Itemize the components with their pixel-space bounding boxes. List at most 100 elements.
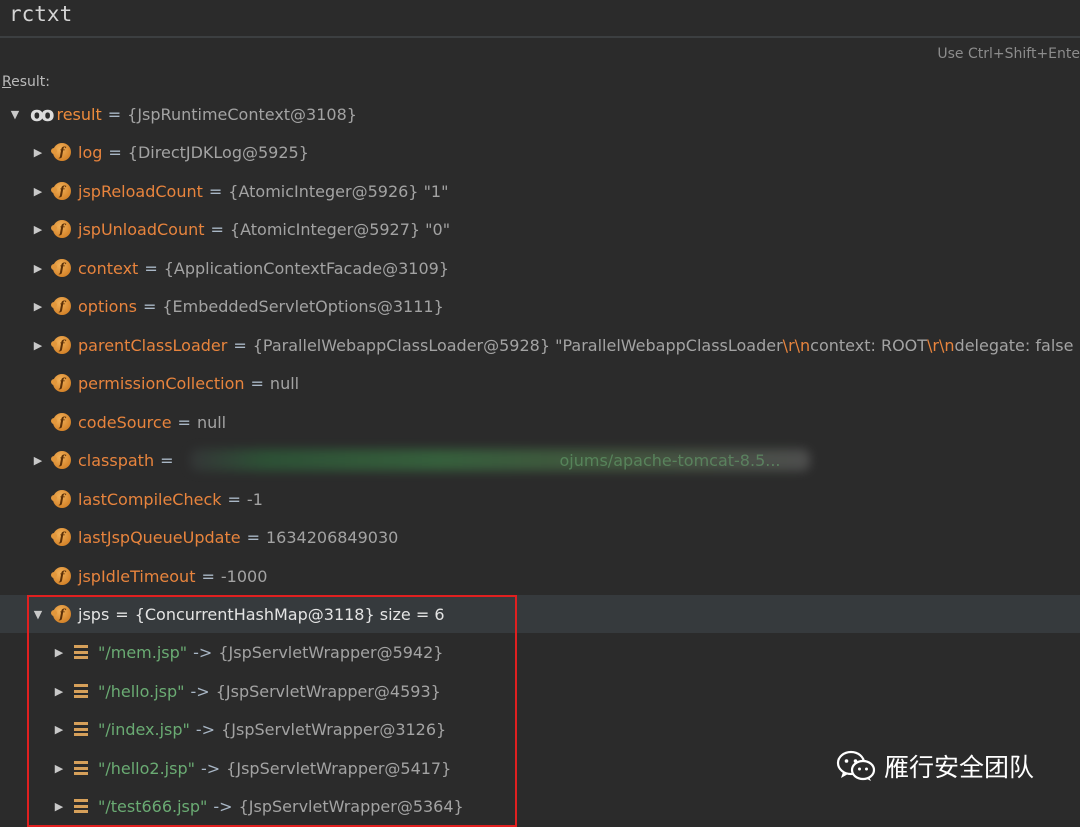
- entry-value: {JspServletWrapper@3126}: [221, 719, 447, 739]
- entry-value: {JspServletWrapper@4593}: [215, 681, 441, 701]
- tree-row-jspidletimeout[interactable]: ▶ f jspIdleTimeout = -1000: [0, 557, 1080, 595]
- field-value: {ConcurrentHashMap@3118} size = 6: [134, 604, 445, 624]
- tree-row-jspunloadcount[interactable]: ▶ f jspUnloadCount = {AtomicInteger@5927…: [0, 210, 1080, 248]
- entry-arrow: ->: [195, 719, 216, 739]
- field-value: null: [269, 373, 300, 393]
- field-icon: f: [51, 297, 71, 315]
- entry-arrow: ->: [213, 796, 233, 816]
- field-value: -1: [246, 489, 263, 509]
- tree-row-codesource[interactable]: ▶ f codeSource = null: [0, 403, 1080, 441]
- field-icon: f: [51, 490, 71, 508]
- equals-sign: =: [233, 335, 247, 355]
- field-name: codeSource: [78, 412, 172, 432]
- field-value-delegate: delegate: false: [954, 335, 1074, 355]
- hint-bar: Use Ctrl+Shift+Ente: [0, 38, 1080, 68]
- hint-text: Use Ctrl+Shift+Ente: [937, 46, 1080, 62]
- entry-arrow: ->: [190, 681, 210, 701]
- field-icon: f: [51, 567, 71, 585]
- field-name: options: [78, 296, 137, 316]
- tree-row-jsps[interactable]: ▼ f jsps = {ConcurrentHashMap@3118} size…: [0, 595, 1080, 633]
- collapse-icon[interactable]: ▼: [32, 608, 44, 621]
- result-label: Result:: [2, 74, 50, 90]
- equals-sign: =: [246, 527, 260, 547]
- expand-icon[interactable]: ▶: [53, 800, 65, 813]
- field-name: jspUnloadCount: [78, 219, 205, 239]
- tree-row-jsp-entry[interactable]: ▶ "/mem.jsp" -> {JspServletWrapper@5942}: [0, 633, 1080, 671]
- tree-row-permissioncollection[interactable]: ▶ f permissionCollection = null: [0, 364, 1080, 402]
- field-value: {DirectJDKLog@5925}: [127, 142, 309, 162]
- expand-icon[interactable]: ▶: [32, 300, 44, 313]
- map-entry-icon: [74, 684, 88, 698]
- tree-row-jsp-entry[interactable]: ▶ "/index.jsp" -> {JspServletWrapper@312…: [0, 710, 1080, 748]
- equals-sign: =: [142, 296, 157, 316]
- result-label-mnemonic: R: [2, 74, 12, 90]
- tree-row-lastcompilecheck[interactable]: ▶ f lastCompileCheck = -1: [0, 480, 1080, 518]
- tree-row-context[interactable]: ▶ f context = {ApplicationContextFacade@…: [0, 249, 1080, 287]
- equals-sign: =: [160, 450, 174, 470]
- equals-sign: =: [227, 489, 241, 509]
- field-value: {AtomicInteger@5926} "1": [228, 181, 449, 201]
- expression-input[interactable]: rctxt: [9, 2, 72, 26]
- field-name: result: [56, 104, 102, 124]
- expand-icon[interactable]: ▶: [53, 762, 65, 775]
- tree-row-log[interactable]: ▶ f log = {DirectJDKLog@5925}: [0, 133, 1080, 171]
- field-icon: f: [51, 182, 71, 200]
- equals-sign: =: [115, 604, 129, 624]
- tree-row-parentclassloader[interactable]: ▶ f parentClassLoader = {ParallelWebappC…: [0, 326, 1080, 364]
- field-name: jspIdleTimeout: [78, 566, 196, 586]
- tree-row-options[interactable]: ▶ f options = {EmbeddedServletOptions@31…: [0, 287, 1080, 325]
- field-name: log: [78, 142, 103, 162]
- tree-row-lastjspqueueupdate[interactable]: ▶ f lastJspQueueUpdate = 1634206849030: [0, 518, 1080, 556]
- field-name: context: [78, 258, 139, 278]
- field-icon: f: [51, 336, 71, 354]
- field-icon: f: [51, 605, 71, 623]
- field-value: {AtomicInteger@5927} "0": [229, 219, 451, 239]
- expand-icon[interactable]: ▶: [32, 262, 44, 275]
- equals-sign: =: [107, 104, 122, 124]
- result-tree[interactable]: ▼ oo result = {JspRuntimeContext@3108} ▶…: [0, 95, 1080, 816]
- field-value: -1000: [220, 566, 268, 586]
- entry-value: {JspServletWrapper@5417}: [226, 758, 452, 778]
- entry-key: "/mem.jsp": [98, 642, 188, 662]
- field-icon: f: [51, 451, 71, 469]
- expand-icon[interactable]: ▶: [53, 723, 65, 736]
- equals-sign: =: [177, 412, 191, 432]
- watermark: 雁行安全团队: [836, 748, 1034, 784]
- entry-arrow: ->: [200, 758, 221, 778]
- map-entry-icon: [74, 761, 88, 775]
- equals-sign: =: [144, 258, 158, 278]
- entry-value: {JspServletWrapper@5942}: [218, 642, 444, 662]
- expand-icon[interactable]: ▶: [32, 146, 44, 159]
- field-value: {EmbeddedServletOptions@3111}: [162, 296, 444, 316]
- tree-row-jspreloadcount[interactable]: ▶ f jspReloadCount = {AtomicInteger@5926…: [0, 172, 1080, 210]
- equals-sign: =: [201, 566, 215, 586]
- field-icon: f: [51, 528, 71, 546]
- tree-row-result[interactable]: ▼ oo result = {JspRuntimeContext@3108}: [0, 95, 1080, 133]
- field-value: {JspRuntimeContext@3108}: [127, 104, 357, 124]
- field-value: null: [196, 412, 227, 432]
- tree-row-classpath[interactable]: ▶ f classpath = ojums/apache-tomcat-8.5.…: [0, 441, 1080, 479]
- field-icon: f: [51, 259, 71, 277]
- expand-icon[interactable]: ▶: [32, 223, 44, 236]
- equals-sign: =: [208, 181, 223, 201]
- expand-icon[interactable]: ▶: [32, 339, 44, 352]
- expression-bar[interactable]: rctxt: [0, 0, 1080, 38]
- expand-icon[interactable]: ▶: [53, 685, 65, 698]
- field-value: 1634206849030: [265, 527, 399, 547]
- field-icon: f: [51, 413, 71, 431]
- entry-key: "/hello.jsp": [98, 681, 185, 701]
- collapse-icon[interactable]: ▼: [9, 108, 21, 121]
- watermark-text: 雁行安全团队: [884, 753, 1035, 782]
- entry-key: "/index.jsp": [98, 719, 190, 739]
- tree-row-jsp-entry[interactable]: ▶ "/test666.jsp" -> {JspServletWrapper@5…: [0, 787, 1080, 816]
- field-icon: f: [51, 374, 71, 392]
- field-name: jsps: [78, 604, 110, 624]
- field-name: lastJspQueueUpdate: [78, 527, 241, 547]
- expand-icon[interactable]: ▶: [53, 646, 65, 659]
- map-entry-icon: [74, 645, 88, 659]
- expand-icon[interactable]: ▶: [32, 454, 44, 467]
- tree-row-jsp-entry[interactable]: ▶ "/hello.jsp" -> {JspServletWrapper@459…: [0, 672, 1080, 710]
- field-icon: f: [51, 220, 71, 238]
- expand-icon[interactable]: ▶: [32, 185, 44, 198]
- entry-key: "/test666.jsp": [98, 796, 208, 816]
